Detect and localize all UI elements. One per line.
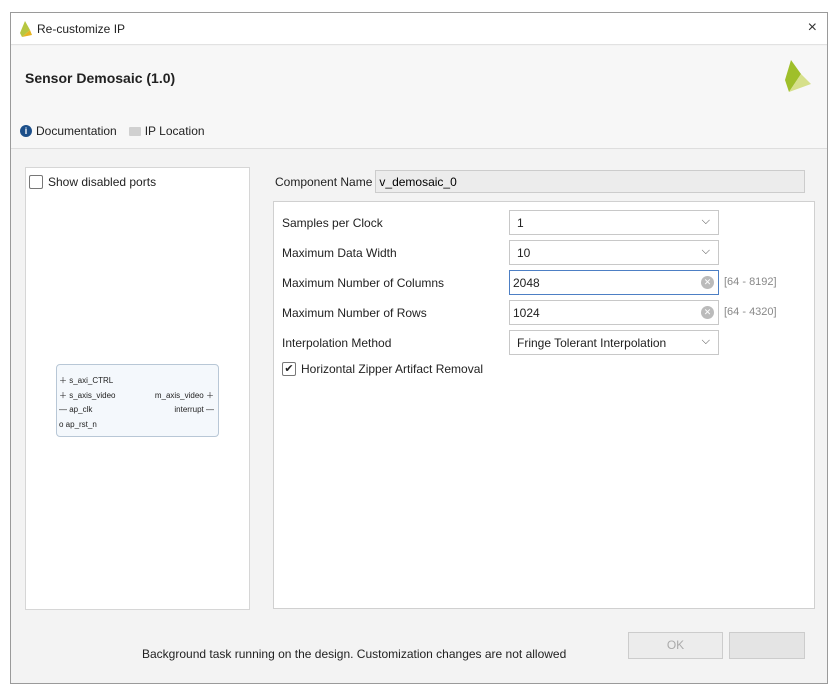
port-s-axi-ctrl: ＋ s_axi_CTRL [59,376,114,385]
param-label: Maximum Data Width [282,246,397,260]
port-interrupt: interrupt — [174,405,214,414]
range-hint: [64 - 4320] [724,306,777,318]
max-columns-row: Maximum Number of Columns 2048 ✕ [64 - 8192… [282,270,812,296]
documentation-label: Documentation [36,124,117,138]
ip-symbol-panel: Show disabled ports ＋ s_axi_CTRL ＋ s_axi… [25,167,250,610]
max-data-width-row: Maximum Data Width 10 ⌵ [282,240,812,266]
samples-per-clock-select[interactable]: 1 ⌵ [509,210,719,235]
component-name-label: Component Name [275,174,373,189]
close-icon[interactable]: × [808,19,817,37]
interpolation-method-row: Interpolation Method Fringe Tolerant Inte… [282,330,812,356]
range-hint: [64 - 8192] [724,276,777,288]
checkbox-label: Horizontal Zipper Artifact Removal [301,362,484,376]
parameters-panel: Samples per Clock 1 ⌵ Maximum Data Width 10… [273,201,815,609]
ip-title: Sensor Demosaic (1.0) [25,70,176,86]
max-rows-row: Maximum Number of Rows 1024 ✕ [64 - 4320] [282,300,812,326]
clear-icon[interactable]: ✕ [701,276,714,289]
window-title: Re-customize IP [37,22,126,36]
component-name-row: Component Name [275,170,806,193]
vivado-logo-icon [20,21,32,37]
checkbox[interactable] [29,175,43,189]
max-data-width-select[interactable]: 10 ⌵ [509,240,719,265]
recustomize-ip-dialog: Re-customize IP × Sensor Demosaic (1.0) … [10,12,828,684]
vivado-logo-icon [785,60,811,92]
info-icon: i [20,125,32,137]
max-columns-input[interactable]: 2048 ✕ [509,270,719,295]
port-ap-clk: — ap_clk [59,405,93,414]
ok-button[interactable]: OK [628,632,723,659]
param-label: Maximum Number of Columns [282,276,445,290]
cancel-button[interactable] [729,632,805,659]
param-label: Samples per Clock [282,216,383,230]
port-s-axis-video: ＋ s_axis_video [59,391,116,400]
samples-per-clock-row: Samples per Clock 1 ⌵ [282,210,812,236]
port-m-axis-video: m_axis_video ＋ [154,391,214,400]
clear-icon[interactable]: ✕ [701,306,714,319]
port-ap-rst-n: o ap_rst_n [59,420,97,429]
component-name-input[interactable] [375,170,806,193]
param-label: Interpolation Method [282,336,392,350]
zipper-removal-checkbox[interactable]: ✔ Horizontal Zipper Artifact Removal [282,362,483,376]
ip-location-label: IP Location [144,124,205,138]
documentation-link[interactable]: i Documentation [20,124,117,138]
ip-header: Sensor Demosaic (1.0) i Documentation IP … [11,46,827,149]
checkbox-label: Show disabled ports [48,175,157,189]
folder-icon [128,126,141,136]
checkmark-icon[interactable]: ✔ [282,362,296,376]
chevron-down-icon: ⌵ [701,335,710,347]
chevron-down-icon: ⌵ [701,215,710,227]
show-disabled-ports-checkbox[interactable]: Show disabled ports [29,175,156,189]
status-message: Background task running on the design. C… [142,647,567,661]
ip-location-link[interactable]: IP Location [128,124,205,138]
chevron-down-icon: ⌵ [701,245,710,257]
interpolation-method-select[interactable]: Fringe Tolerant Interpolation ⌵ [509,330,719,355]
title-bar: Re-customize IP × [11,13,827,45]
param-label: Maximum Number of Rows [282,306,427,320]
ip-block-symbol: ＋ s_axi_CTRL ＋ s_axis_video — ap_clk o a… [56,364,219,437]
max-rows-input[interactable]: 1024 ✕ [509,300,719,325]
